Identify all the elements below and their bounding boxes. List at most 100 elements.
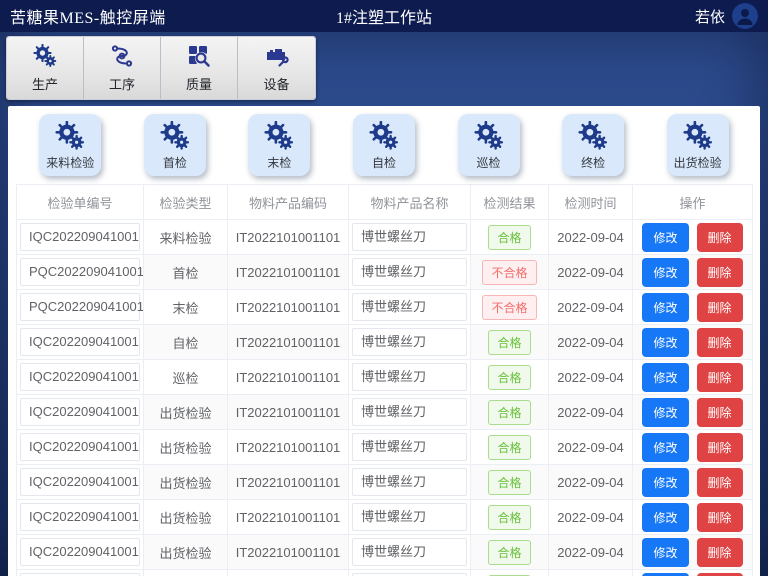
table-row: IQC202209041001出货检验IT2022101001101博世螺丝刀合… [17,500,753,535]
edit-button[interactable]: 修改 [642,293,688,322]
date-cell: 2022-09-04 [549,220,633,255]
order-no-value: IQC202209041001 [20,328,140,356]
delete-button[interactable]: 删除 [697,258,743,287]
actions-cell: 修改 删除 [633,570,753,576]
delete-button[interactable]: 删除 [697,328,743,357]
date-cell: 2022-09-04 [549,255,633,290]
inspection-tabs: 来料检验 首检 [8,106,760,176]
order-no-cell: IQC202209041001 [17,465,144,500]
edit-button[interactable]: 修改 [642,538,688,567]
edit-button[interactable]: 修改 [642,328,688,357]
material-name-value: 博世螺丝刀 [352,398,467,426]
result-badge: 不合格 [482,260,536,285]
delete-button[interactable]: 删除 [697,433,743,462]
inspection-table: 检验单编号检验类型物料产品编码物料产品名称检测结果检测时间操作 IQC20220… [16,184,753,576]
toolbar-item-process[interactable]: 工序 [84,37,161,99]
username: 若依 [695,6,725,27]
table-row: IQC202209041001自检IT2022101001101博世螺丝刀合格2… [17,325,753,360]
material-code-cell: IT2022101001101 [228,465,349,500]
actions-cell: 修改删除 [633,255,753,290]
material-name-value: 博世螺丝刀 [352,223,467,251]
material-code-cell: IT2022101001101 [228,255,349,290]
order-no-cell: PQC202209041001 [17,290,144,325]
material-name-value: 博世螺丝刀 [352,258,467,286]
tab-末检[interactable]: 末检 [248,114,310,176]
result-cell: 合格 [471,500,549,535]
tab-来料检验[interactable]: 来料检验 [39,114,101,176]
order-no-value: PQC202209041001 [20,293,140,321]
order-no-cell: IQC202209041001 [17,220,144,255]
tab-label: 终检 [581,154,605,171]
column-header: 检验类型 [144,185,228,220]
material-code-cell: IT2022101001101 [228,430,349,465]
inspection-type-cell: 出货检验 [144,500,228,535]
table-header-row: 检验单编号检验类型物料产品编码物料产品名称检测结果检测时间操作 [17,185,753,220]
tab-自检[interactable]: 自检 [353,114,415,176]
actions-cell: 修改删除 [633,430,753,465]
delete-button[interactable]: 删除 [697,293,743,322]
table-row: IQC202209041001出货检验IT2022101001101博世螺丝刀合… [17,570,753,576]
edit-button[interactable]: 修改 [642,398,688,427]
table-row: IQC202209041001出货检验IT2022101001101博世螺丝刀合… [17,535,753,570]
delete-button[interactable]: 删除 [697,538,743,567]
table-row: IQC202209041001出货检验IT2022101001101博世螺丝刀合… [17,465,753,500]
delete-button[interactable]: 删除 [697,468,743,497]
edit-button[interactable]: 修改 [642,468,688,497]
material-code-cell: IT2022101001101 [228,220,349,255]
delete-button[interactable]: 删除 [697,363,743,392]
user-menu[interactable]: 若依 [695,3,758,29]
edit-button[interactable]: 修改 [642,503,688,532]
tab-出货检验[interactable]: 出货检验 [667,114,729,176]
material-name-cell: 博世螺丝刀 [349,255,471,290]
edit-button[interactable]: 修改 [642,223,688,252]
inspection-table-wrap: 检验单编号检验类型物料产品编码物料产品名称检测结果检测时间操作 IQC20220… [8,176,760,576]
toolbar-item-label: 生产 [32,74,58,93]
tab-首检[interactable]: 首检 [144,114,206,176]
order-no-value: IQC202209041001 [20,503,140,531]
column-header: 物料产品名称 [349,185,471,220]
tab-label: 来料检验 [46,154,94,171]
material-name-value: 博世螺丝刀 [352,363,467,391]
result-cell: 合格 [471,220,549,255]
date-cell: 2022-09-04 [549,325,633,360]
date-cell: 2022-09-04 [549,290,633,325]
gears-icon [160,121,190,151]
toolbar-item-equipment[interactable]: 设备 [238,37,315,99]
toolbar-item-quality[interactable]: 质量 [161,37,238,99]
tab-label: 自检 [372,154,396,171]
edit-button[interactable]: 修改 [642,258,688,287]
order-no-value: IQC202209041001 [20,223,140,251]
station-title: 1#注塑工作站 [0,4,768,28]
table-row: PQC202209041001首检IT2022101001101博世螺丝刀不合格… [17,255,753,290]
actions-cell: 修改删除 [633,290,753,325]
material-code-cell: IT2022101001101 [228,500,349,535]
material-name-cell: 博世螺丝刀 [349,395,471,430]
column-header: 操作 [633,185,753,220]
quality-search-icon [186,44,212,71]
delete-button[interactable]: 删除 [697,573,743,576]
order-no-value: PQC202209041001 [20,258,140,286]
tab-label: 巡检 [477,154,501,171]
material-name-cell: 博世螺丝刀 [349,325,471,360]
tab-巡检[interactable]: 巡检 [458,114,520,176]
material-code-cell: IT2022101001101 [228,360,349,395]
delete-button[interactable]: 删除 [697,503,743,532]
material-name-cell: 博世螺丝刀 [349,500,471,535]
edit-button[interactable]: 修改 [642,573,688,576]
toolbar-item-production[interactable]: 生产 [7,37,84,99]
delete-button[interactable]: 删除 [697,398,743,427]
material-code-cell: IT2022101001101 [228,570,349,576]
order-no-cell: IQC202209041001 [17,360,144,395]
order-no-value: IQC202209041001 [20,398,140,426]
edit-button[interactable]: 修改 [642,433,688,462]
delete-button[interactable]: 删除 [697,223,743,252]
material-code-cell: IT2022101001101 [228,395,349,430]
tab-终检[interactable]: 终检 [562,114,624,176]
edit-button[interactable]: 修改 [642,363,688,392]
inspection-type-cell: 巡检 [144,360,228,395]
avatar[interactable] [732,3,758,29]
result-cell: 合格 [471,360,549,395]
actions-cell: 修改删除 [633,360,753,395]
toolbar-item-label: 质量 [186,74,212,93]
material-name-value: 博世螺丝刀 [352,328,467,356]
